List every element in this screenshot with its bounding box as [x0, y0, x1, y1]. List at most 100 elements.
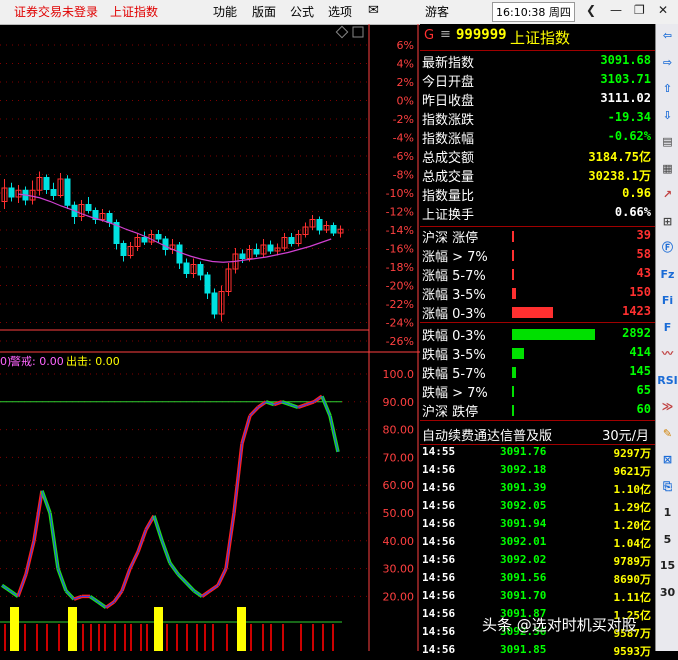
user-label[interactable]: 游客	[425, 3, 449, 20]
watermark: 头条 @选对时机买对股	[482, 616, 637, 634]
signal-tick	[140, 624, 142, 651]
close-icon[interactable]: ✕	[658, 3, 668, 17]
toolbar-button[interactable]: Fz	[657, 265, 678, 284]
indicator-line	[33, 490, 43, 541]
toolbar-button[interactable]: ▤	[657, 132, 678, 151]
kline-chart[interactable]: 6% 4% 2% 0% -2% -4% -6% -8% -10% -12% -14% -16% -18%…	[0, 24, 420, 651]
indicator-line	[121, 568, 131, 592]
diamond-icon[interactable]	[335, 25, 349, 39]
group-badge: G	[424, 28, 435, 43]
tick-row[interactable]: 14:56 3092.02 9789万	[420, 552, 655, 570]
breadth-value: 150	[629, 285, 651, 299]
pct-tick-label: -24%	[386, 317, 414, 330]
breadth-bar	[512, 269, 514, 280]
tick-price: 3092.18	[500, 463, 547, 476]
candle-body	[8, 187, 15, 198]
breadth-bar	[512, 288, 516, 299]
toolbar-button[interactable]: F	[657, 318, 678, 337]
breadth-bar	[512, 231, 514, 242]
signal-tick	[282, 624, 284, 651]
toolbar-button[interactable]: ⇩	[657, 106, 678, 125]
chart-area[interactable]: 6% 4% 2% 0% -2% -4% -6% -8% -10% -12% -14% -16% -18%…	[0, 24, 420, 651]
quote-header[interactable]: G ≡ 999999 上证指数	[420, 24, 655, 48]
tick-row[interactable]: 14:56 3092.05 1.29亿	[420, 498, 655, 516]
quote-row-value: 3184.75亿	[588, 150, 651, 164]
quote-row-value: 0.96	[622, 186, 651, 200]
toolbar-button[interactable]: Ⓕ	[657, 238, 678, 257]
tick-volume: 8690万	[613, 573, 652, 586]
tick-price: 3091.56	[500, 571, 547, 584]
toolbar-button[interactable]: ▦	[657, 159, 678, 178]
back-icon[interactable]: ❮	[586, 3, 596, 17]
tick-volume: 9789万	[613, 555, 652, 568]
tick-row[interactable]: 14:56 3091.39 1.10亿	[420, 480, 655, 498]
quote-row: 总成交量 30238.1万	[420, 166, 655, 185]
quote-row-label: 总成交量	[422, 170, 475, 185]
candle-body	[120, 243, 127, 256]
restore-icon[interactable]: ❐	[634, 3, 645, 17]
signal-tick	[322, 624, 324, 651]
ad-price: 30元/月	[602, 429, 649, 444]
signal-tick	[104, 624, 106, 651]
breadth-bar	[512, 386, 514, 397]
tick-row[interactable]: 14:56 3091.56 8690万	[420, 570, 655, 588]
signal-tick	[58, 624, 60, 651]
signal-tick	[186, 624, 188, 651]
breadth-label: 跌幅 > 7%	[422, 386, 488, 401]
mail-icon[interactable]: ✉	[368, 3, 379, 18]
toolbar-button[interactable]: ⇦	[657, 26, 678, 45]
toolbar-button[interactable]: 5	[657, 530, 678, 549]
signal-tick	[226, 624, 228, 651]
menu-bar: 证券交易未登录 上证指数 功能 版面 公式 选项 ✉ 游客 16:10:38 周…	[0, 0, 678, 25]
tick-time: 14:56	[422, 571, 456, 584]
signal-tick	[146, 624, 148, 651]
signal-tick	[166, 624, 168, 651]
toolbar-button[interactable]: Fi	[657, 291, 678, 310]
indicator-line	[217, 568, 227, 586]
signal-tick	[300, 624, 302, 651]
panel-icon[interactable]	[352, 26, 364, 38]
tick-volume: 1.29亿	[613, 501, 652, 514]
breadth-value: 60	[636, 402, 651, 416]
tick-row[interactable]: 14:56 3091.94 1.20亿	[420, 516, 655, 534]
candle-body	[239, 253, 246, 259]
indicator-line	[177, 573, 187, 583]
toolbar-button[interactable]: ⊠	[657, 450, 678, 469]
toolbar-button[interactable]: 〰	[657, 344, 678, 363]
candle-body	[155, 234, 162, 240]
signal-tick	[82, 624, 84, 651]
toolbar-button[interactable]: ⊞	[657, 212, 678, 231]
toolbar-button[interactable]: ⎘	[657, 477, 678, 496]
quote-row-label: 指数涨跌	[422, 113, 475, 128]
menu-formula[interactable]: 公式	[290, 3, 314, 20]
quote-name: 上证指数	[510, 29, 571, 47]
toolbar-button[interactable]: RSI	[657, 371, 678, 390]
menu-layout[interactable]: 版面	[252, 3, 276, 20]
menu-icon[interactable]: ≡	[440, 27, 451, 42]
login-status[interactable]: 证券交易未登录	[14, 3, 98, 20]
tick-row[interactable]: 14:56 3092.18 9621万	[420, 462, 655, 480]
breadth-label: 沪深 跌停	[422, 405, 479, 420]
toolbar-button[interactable]: ⇨	[657, 53, 678, 72]
menu-function[interactable]: 功能	[213, 3, 237, 20]
toolbar-button[interactable]: ↗	[657, 185, 678, 204]
toolbar-button[interactable]: ⇧	[657, 79, 678, 98]
toolbar-button[interactable]: ✎	[657, 424, 678, 443]
tick-row[interactable]: 14:56 3092.01 1.04亿	[420, 534, 655, 552]
ad-banner[interactable]: 自动续费通达信普及版 30元/月	[420, 424, 655, 444]
menu-options[interactable]: 选项	[328, 3, 352, 20]
toolbar-button[interactable]: ≫	[657, 397, 678, 416]
tick-row[interactable]: 14:56 3091.70 1.11亿	[420, 588, 655, 606]
tick-price: 3091.39	[500, 481, 547, 494]
signal-bar	[68, 607, 77, 651]
tick-row[interactable]: 14:55 3091.76 9297万	[420, 444, 655, 462]
toolbar-button[interactable]: 15	[657, 556, 678, 575]
indicator-tick-label: 80.00	[383, 424, 415, 437]
toolbar-button[interactable]: 1	[657, 503, 678, 522]
tick-row[interactable]: 14:56 3091.85 9593万	[420, 642, 655, 660]
toolbar-button[interactable]: 30	[657, 583, 678, 602]
candle-body	[43, 177, 50, 190]
minimize-icon[interactable]: —	[610, 3, 622, 17]
breadth-row: 沪深 跌停 60	[420, 401, 655, 420]
pct-tick-label: -22%	[386, 298, 414, 311]
